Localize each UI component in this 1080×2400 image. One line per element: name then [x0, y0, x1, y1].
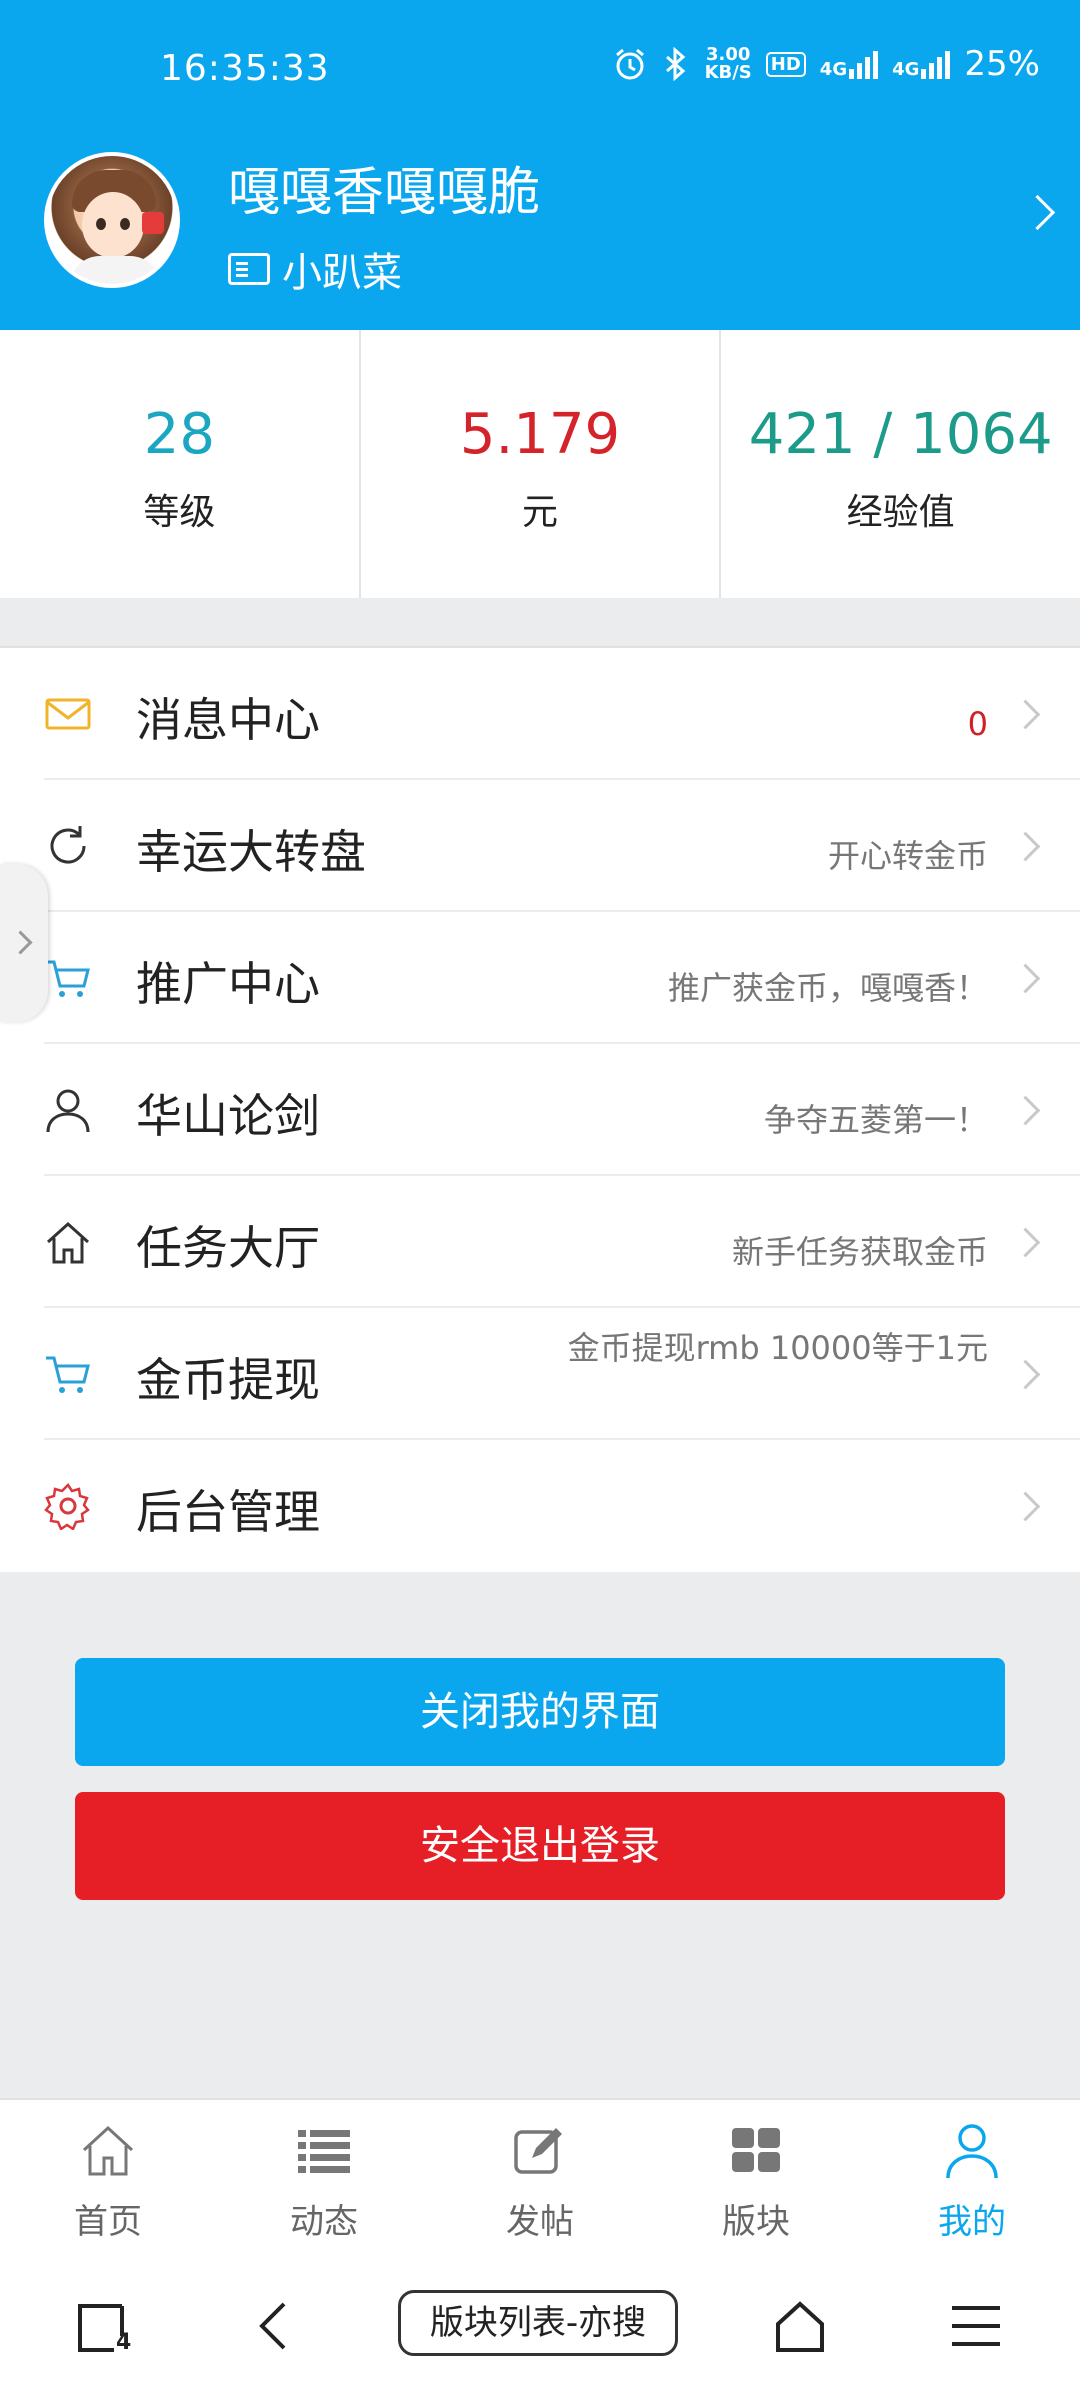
menu-item-label: 推广中心: [136, 957, 320, 1011]
menu-button[interactable]: [948, 2296, 1004, 2360]
stat-value: 5.179: [459, 402, 621, 467]
tab-label: 我的: [938, 2202, 1006, 2242]
stat-experience: 421 / 1064 经验值: [721, 330, 1080, 598]
menu-item-desc: 新手任务获取金币: [731, 1233, 988, 1271]
net-speed: 3.00 KB/S: [704, 44, 752, 83]
alarm-icon: [615, 48, 644, 80]
menu-item-withdraw[interactable]: 金币提现 金币提现rmb 10000等于1元: [0, 1308, 1080, 1440]
menu-item-messages[interactable]: 消息中心 0: [0, 648, 1080, 780]
home-icon: [46, 1221, 90, 1264]
menu-item-label: 金币提现: [136, 1353, 320, 1407]
home-icon: [82, 2125, 134, 2176]
cart-icon: [46, 1356, 90, 1393]
status-bar: 16:35:33 3.00 KB/S HD 4G 4G 25%: [0, 0, 1080, 140]
chevron-right-icon: [1010, 1359, 1041, 1390]
chevron-right-icon: [8, 930, 33, 955]
side-drawer-handle[interactable]: [0, 864, 48, 1022]
user-icon: [46, 1089, 90, 1133]
tab-label: 版块: [722, 2202, 790, 2242]
list-icon: [298, 2130, 350, 2173]
edit-icon: [514, 2128, 562, 2174]
chevron-right-icon: [1010, 963, 1041, 994]
stat-money: 5.179 元: [361, 330, 722, 598]
chevron-right-icon: [1010, 1095, 1041, 1126]
menu-item-label: 任务大厅: [136, 1221, 320, 1275]
grid-icon: [732, 2128, 780, 2172]
chevron-right-icon: [1010, 699, 1041, 730]
signal-icon: 4G: [820, 49, 879, 79]
avatar[interactable]: [44, 152, 180, 288]
tab-label: 首页: [74, 2202, 142, 2242]
tab-me[interactable]: 我的: [864, 2100, 1080, 2250]
tabs-button[interactable]: 4: [74, 2296, 134, 2360]
menu-item-label: 后台管理: [136, 1485, 320, 1539]
status-time: 16:35:33: [160, 48, 330, 89]
menu-item-ranking[interactable]: 华山论剑 争夺五菱第一！: [0, 1044, 1080, 1176]
bottom-tab-bar: 首页 动态 发帖 版块 我的: [0, 2098, 1080, 2250]
menu-item-label: 华山论剑: [136, 1089, 320, 1143]
signal-icon-2: 4G: [892, 49, 951, 79]
tab-label: 发帖: [506, 2202, 574, 2242]
user-group: 小趴菜: [228, 240, 402, 298]
bluetooth-icon: [665, 47, 685, 81]
chevron-right-icon[interactable]: [1019, 194, 1056, 231]
menu-item-admin[interactable]: 后台管理: [0, 1440, 1080, 1572]
stats-panel: 28 等级 5.179 元 421 / 1064 经验值: [0, 330, 1080, 598]
menu-item-desc: 开心转金币: [827, 837, 988, 875]
stat-level: 28 等级: [0, 330, 361, 598]
gear-icon: [44, 1483, 90, 1530]
menu-item-desc: 推广获金币，嘎嘎香！: [667, 969, 988, 1007]
menu-item-desc: 争夺五菱第一！: [763, 1101, 988, 1139]
back-button[interactable]: [250, 2296, 300, 2360]
home-button[interactable]: [770, 2296, 830, 2360]
menu-list: 消息中心 0 幸运大转盘 开心转金币 推广中心 推广获金币，嘎嘎香！ 华山论剑 …: [0, 646, 1080, 1572]
status-icons: 3.00 KB/S HD 4G 4G 25%: [613, 44, 1040, 84]
menu-item-tasks[interactable]: 任务大厅 新手任务获取金币: [0, 1176, 1080, 1308]
id-card-icon: [228, 253, 270, 285]
battery-level: 25%: [964, 44, 1040, 84]
stat-value: 421 / 1064: [748, 402, 1053, 467]
menu-item-label: 消息中心: [136, 693, 320, 747]
chevron-right-icon: [1010, 1227, 1041, 1258]
tab-home[interactable]: 首页: [0, 2100, 216, 2250]
stat-value: 28: [143, 402, 215, 467]
cart-icon: [46, 960, 90, 997]
user-group-label: 小趴菜: [282, 250, 402, 296]
chevron-right-icon: [1010, 1491, 1041, 1522]
address-bar[interactable]: 版块列表-亦搜: [398, 2290, 678, 2356]
stat-label: 元: [522, 492, 559, 533]
tab-post[interactable]: 发帖: [432, 2100, 648, 2250]
chevron-right-icon: [1010, 831, 1041, 862]
browser-nav-bar: 4 版块列表-亦搜: [0, 2250, 1080, 2400]
user-icon: [946, 2124, 998, 2179]
tab-label: 动态: [290, 2202, 358, 2242]
tab-feed[interactable]: 动态: [216, 2100, 432, 2250]
tab-count: 4: [116, 2330, 132, 2355]
menu-item-desc: 金币提现rmb 10000等于1元: [567, 1329, 988, 1367]
home-icon: [776, 2301, 824, 2352]
logout-button[interactable]: 安全退出登录: [75, 1792, 1005, 1900]
envelope-icon: [45, 698, 91, 730]
close-my-page-button[interactable]: 关闭我的界面: [75, 1658, 1005, 1766]
menu-item-promotion[interactable]: 推广中心 推广获金币，嘎嘎香！: [0, 912, 1080, 1044]
tab-boards[interactable]: 版块: [648, 2100, 864, 2250]
username: 嘎嘎香嘎嘎脆: [228, 163, 541, 223]
unread-count: 0: [967, 705, 988, 743]
profile-header: 16:35:33 3.00 KB/S HD 4G 4G 25% 嘎嘎香嘎嘎脆 小趴…: [0, 0, 1080, 330]
menu-item-label: 幸运大转盘: [136, 825, 366, 879]
stat-label: 等级: [143, 492, 216, 533]
menu-icon: [952, 2306, 1000, 2346]
stat-label: 经验值: [846, 492, 955, 533]
hd-badge: HD: [765, 51, 806, 77]
back-icon: [259, 2302, 286, 2350]
refresh-icon: [50, 826, 86, 864]
menu-item-lucky-wheel[interactable]: 幸运大转盘 开心转金币: [0, 780, 1080, 912]
